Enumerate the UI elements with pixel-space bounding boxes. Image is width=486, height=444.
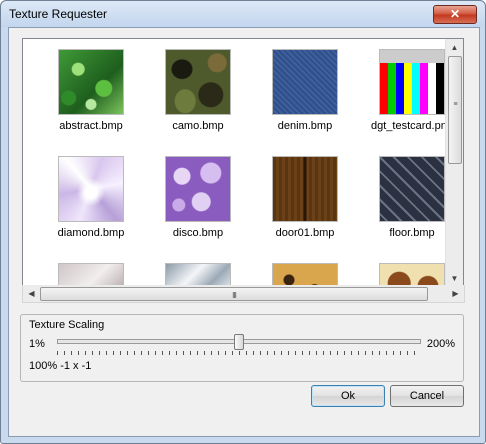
texture-thumbnail[interactable] (272, 49, 338, 115)
scaling-status: 100% -1 x -1 (29, 360, 92, 372)
texture-item[interactable]: denim.bmp (255, 49, 355, 132)
cancel-button[interactable]: Cancel (390, 385, 464, 407)
texture-thumbnail[interactable] (379, 156, 445, 222)
slider-min-label: 1% (29, 338, 45, 350)
close-button[interactable]: ✕ (433, 5, 477, 24)
scaling-slider-thumb[interactable] (234, 334, 244, 350)
dialog-client-area: abstract.bmp camo.bmp denim.bmp dgt_testcar… (8, 27, 480, 437)
horizontal-scroll-thumb[interactable]: III (40, 287, 428, 301)
slider-max-label: 200% (426, 338, 455, 350)
texture-item[interactable]: diamond.bmp (41, 156, 141, 239)
texture-scaling-title: Texture Scaling (29, 319, 105, 331)
texture-filename-label: door01.bmp (275, 227, 335, 239)
texture-gallery: abstract.bmp camo.bmp denim.bmp dgt_testcar… (22, 38, 464, 288)
texture-filename-label: abstract.bmp (59, 120, 123, 132)
close-icon: ✕ (449, 7, 461, 21)
texture-item[interactable]: camo.bmp (148, 49, 248, 132)
texture-thumbnail[interactable] (165, 156, 231, 222)
ok-button[interactable]: Ok (311, 385, 385, 407)
texture-filename-label: denim.bmp (277, 120, 333, 132)
texture-scaling-group: Texture Scaling 1% 200% 100% -1 x -1 (20, 314, 464, 382)
texture-requester-window: Texture Requester ✕ abstract.bmp camo.bmp… (0, 0, 486, 444)
texture-filename-label: camo.bmp (172, 120, 224, 132)
vertical-scrollbar[interactable]: ▲ ≡ ▼ (445, 39, 463, 287)
slider-ticks (57, 351, 419, 355)
texture-item[interactable]: abstract.bmp (41, 49, 141, 132)
texture-item[interactable]: door01.bmp (255, 156, 355, 239)
texture-item[interactable]: disco.bmp (148, 156, 248, 239)
texture-thumbnail[interactable] (58, 49, 124, 115)
scroll-left-arrow-icon[interactable]: ◀ (23, 285, 40, 302)
window-title: Texture Requester (9, 7, 108, 21)
texture-thumbnail[interactable] (165, 49, 231, 115)
texture-filename-label: disco.bmp (172, 227, 224, 239)
vertical-grip-icon: ≡ (453, 101, 457, 108)
texture-grid: abstract.bmp camo.bmp denim.bmp dgt_testcar… (23, 39, 453, 287)
title-bar[interactable]: Texture Requester ✕ (1, 1, 485, 27)
scroll-up-arrow-icon[interactable]: ▲ (446, 39, 463, 56)
texture-thumbnail[interactable] (379, 49, 445, 115)
texture-thumbnail[interactable] (272, 156, 338, 222)
vertical-scroll-thumb[interactable]: ≡ (448, 56, 462, 164)
scroll-right-arrow-icon[interactable]: ▶ (447, 285, 464, 302)
horizontal-scrollbar[interactable]: ◀ III ▶ (22, 285, 465, 303)
texture-filename-label: diamond.bmp (57, 227, 125, 239)
texture-thumbnail[interactable] (58, 156, 124, 222)
horizontal-grip-icon: III (232, 291, 237, 300)
